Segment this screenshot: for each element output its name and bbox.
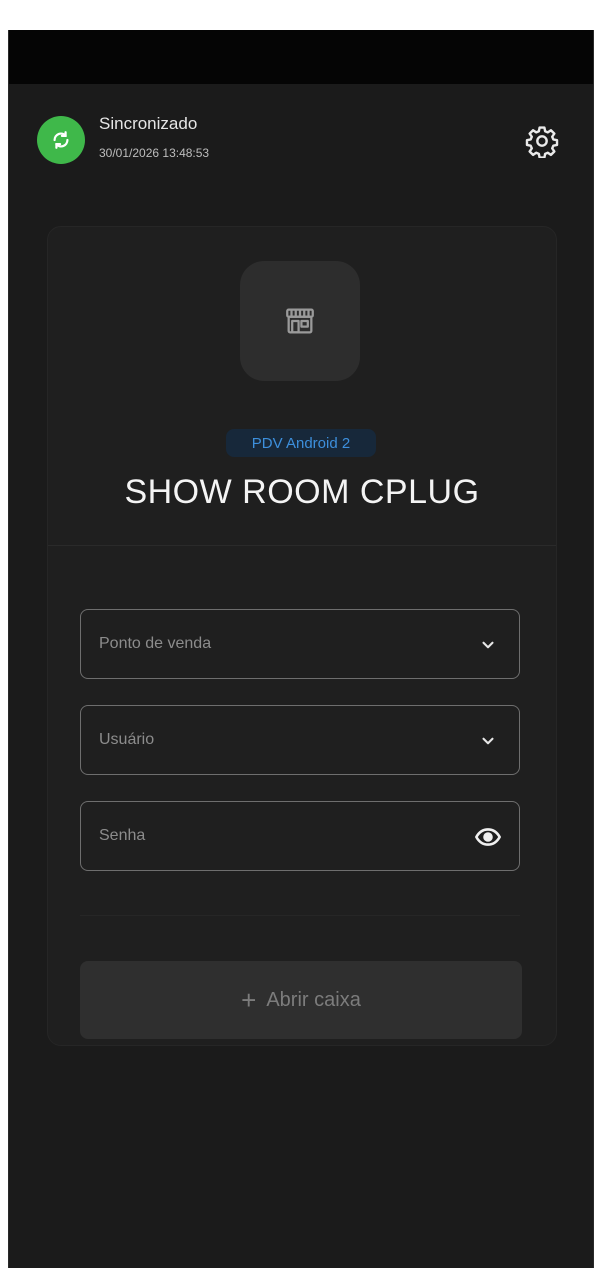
sync-timestamp: 30/01/2026 13:48:53 bbox=[99, 146, 210, 160]
divider bbox=[80, 915, 520, 916]
settings-button[interactable] bbox=[523, 122, 561, 160]
open-register-button[interactable]: + Abrir caixa bbox=[80, 961, 522, 1039]
open-register-label: Abrir caixa bbox=[266, 988, 361, 1011]
chevron-down-icon bbox=[473, 726, 503, 756]
point-of-sale-placeholder: Ponto de venda bbox=[99, 635, 212, 652]
password-placeholder: Senha bbox=[99, 827, 146, 844]
gear-icon bbox=[525, 126, 559, 158]
store-icon bbox=[240, 261, 360, 381]
user-placeholder: Usuário bbox=[99, 731, 155, 748]
app-screen: Sincronizado 30/01/2026 13:48:53 PDV And… bbox=[8, 30, 594, 1268]
sync-header: Sincronizado 30/01/2026 13:48:53 bbox=[9, 110, 593, 170]
point-of-sale-select[interactable]: Ponto de venda bbox=[80, 609, 520, 679]
sync-status-label: Sincronizado bbox=[99, 114, 198, 133]
eye-icon[interactable] bbox=[473, 822, 503, 852]
store-name: SHOW ROOM CPLUG bbox=[124, 473, 480, 511]
sync-icon bbox=[37, 116, 85, 164]
plus-icon: + bbox=[241, 985, 257, 1015]
chevron-down-icon bbox=[473, 630, 503, 660]
password-field[interactable]: Senha bbox=[80, 801, 520, 871]
login-card: PDV Android 2 SHOW ROOM CPLUG Ponto de v… bbox=[47, 226, 557, 1046]
user-select[interactable]: Usuário bbox=[80, 705, 520, 775]
status-bar bbox=[9, 30, 593, 84]
terminal-badge: PDV Android 2 bbox=[226, 429, 376, 457]
divider bbox=[48, 545, 556, 546]
